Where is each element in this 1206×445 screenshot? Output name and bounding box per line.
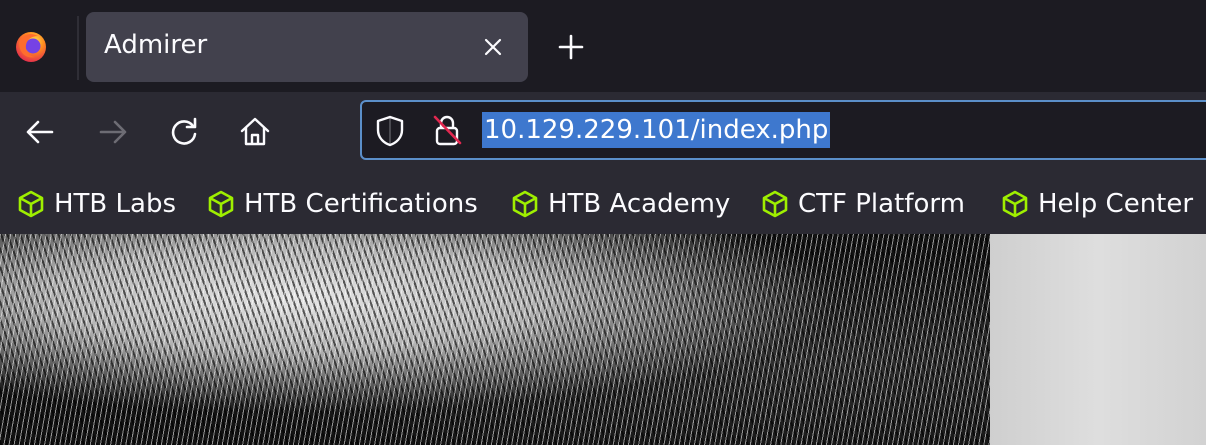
hero-image — [0, 234, 990, 445]
bookmark-htb-academy[interactable]: HTB Academy — [510, 186, 730, 222]
new-tab-button[interactable] — [556, 32, 586, 62]
bookmark-label: HTB Labs — [54, 189, 177, 219]
cube-icon — [512, 190, 538, 218]
browser-tab[interactable]: Admirer — [86, 12, 528, 82]
cube-icon — [208, 190, 234, 218]
insecure-lock-icon[interactable] — [430, 112, 464, 148]
hero-image-side — [990, 234, 1206, 445]
tab-strip: Admirer — [0, 0, 1206, 92]
cube-icon — [1002, 190, 1028, 218]
cube-icon — [762, 190, 788, 218]
url-input[interactable]: 10.129.229.101/index.php — [482, 112, 831, 148]
address-bar[interactable]: 10.129.229.101/index.php — [360, 100, 1206, 160]
navigation-toolbar: 10.129.229.101/index.php — [0, 92, 1206, 174]
bookmark-htb-labs[interactable]: HTB Labs — [16, 186, 176, 222]
tab-title: Admirer — [104, 30, 208, 60]
close-icon[interactable] — [482, 36, 504, 58]
back-button[interactable] — [22, 114, 58, 150]
shield-icon[interactable] — [374, 114, 406, 148]
bookmark-htb-certifications[interactable]: HTB Certifications — [206, 186, 478, 222]
forward-button[interactable] — [95, 114, 131, 150]
bookmark-label: HTB Academy — [548, 189, 731, 219]
bookmark-help-center[interactable]: Help Center — [1000, 186, 1193, 222]
firefox-icon[interactable] — [14, 30, 48, 64]
reload-button[interactable] — [166, 114, 202, 150]
home-button[interactable] — [237, 114, 273, 150]
bookmark-label: Help Center — [1038, 189, 1194, 219]
page-content — [0, 234, 1206, 445]
bookmark-ctf-platform[interactable]: CTF Platform — [760, 186, 965, 222]
cube-icon — [18, 190, 44, 218]
bookmarks-toolbar: HTB Labs HTB Certifications HTB Academy … — [0, 174, 1206, 234]
bookmark-label: CTF Platform — [798, 189, 965, 219]
tab-separator — [77, 16, 79, 80]
bookmark-label: HTB Certifications — [244, 189, 478, 219]
